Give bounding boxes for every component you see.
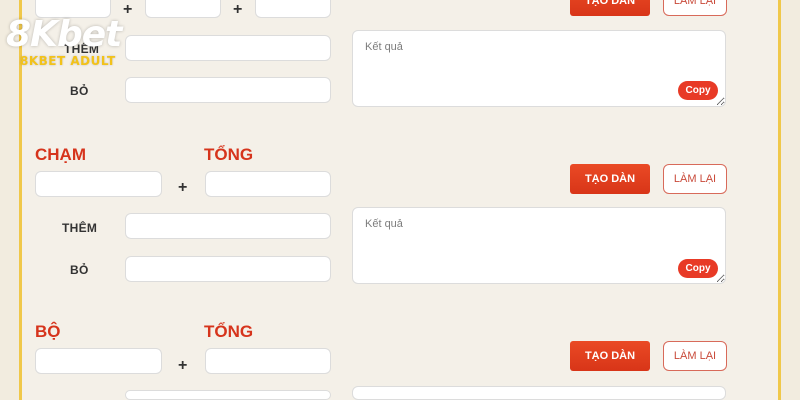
result-textarea[interactable] [352, 386, 726, 400]
result-textarea[interactable] [352, 30, 726, 107]
bo-heading: BỘ [35, 322, 61, 341]
tong-heading: TỔNG [204, 322, 254, 341]
add-input[interactable] [125, 213, 331, 239]
plus-sign: + [123, 1, 133, 18]
plus-sign: + [178, 179, 188, 196]
reset-button[interactable]: LÀM LẠI [663, 0, 727, 16]
cham-heading: CHẠM [35, 145, 86, 164]
generate-button[interactable]: TẠO DÀN [570, 164, 650, 194]
copy-button[interactable]: Copy [678, 81, 718, 100]
logo-subtext: 8KBET ADULT [20, 54, 116, 68]
tong-input[interactable] [205, 348, 331, 374]
reset-button[interactable]: LÀM LẠI [663, 164, 727, 194]
add-input[interactable] [125, 390, 331, 400]
remove-label: BỎ [70, 84, 89, 98]
top-input-2[interactable] [145, 0, 221, 18]
remove-input[interactable] [125, 77, 331, 103]
tong-heading: TỔNG [204, 145, 254, 164]
cham-input[interactable] [35, 171, 162, 197]
brand-logo: 8Kbet 8KBET ADULT [6, 14, 122, 69]
top-input-3[interactable] [255, 0, 331, 18]
plus-sign: + [178, 357, 188, 374]
generate-button[interactable]: TẠO DÀN [570, 341, 650, 371]
logo-text: 8Kbet [6, 14, 122, 55]
tong-input[interactable] [205, 171, 331, 197]
result-textarea[interactable] [352, 207, 726, 284]
remove-label: BỎ [70, 263, 89, 277]
bo-input[interactable] [35, 348, 162, 374]
plus-sign: + [233, 1, 243, 18]
reset-button[interactable]: LÀM LẠI [663, 341, 727, 371]
add-input[interactable] [125, 35, 331, 61]
generate-button[interactable]: TẠO DÀN [570, 0, 650, 16]
remove-input[interactable] [125, 256, 331, 282]
copy-button[interactable]: Copy [678, 259, 718, 278]
add-label: THÊM [62, 221, 98, 235]
